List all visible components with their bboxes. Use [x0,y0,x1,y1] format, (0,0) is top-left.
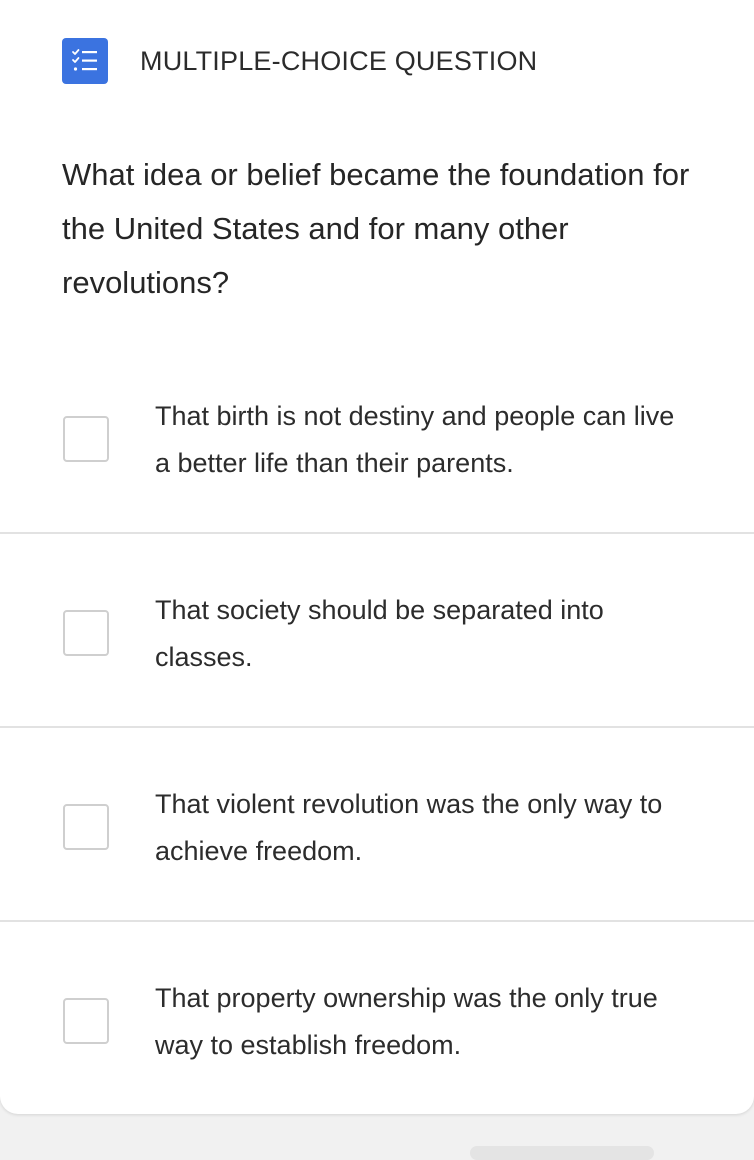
answer-option-4[interactable]: That property ownership was the only tru… [0,922,754,1114]
answer-option-1[interactable]: That birth is not destiny and people can… [0,340,754,534]
checklist-icon [62,38,108,84]
next-card-edge [470,1146,654,1160]
option-checkbox[interactable] [63,998,109,1044]
option-label: That birth is not destiny and people can… [155,401,675,478]
option-checkbox[interactable] [63,804,109,850]
question-header: MULTIPLE-CHOICE QUESTION [62,38,537,84]
answer-option-3[interactable]: That violent revolution was the only way… [0,728,754,922]
question-text: What idea or belief became the foundatio… [62,157,690,300]
option-label: That property ownership was the only tru… [155,983,658,1060]
option-label: That society should be separated into cl… [155,595,604,672]
question-card: MULTIPLE-CHOICE QUESTION What idea or be… [0,0,754,1114]
option-label: That violent revolution was the only way… [155,789,663,866]
option-checkbox[interactable] [63,610,109,656]
answer-option-2[interactable]: That society should be separated into cl… [0,534,754,728]
question-type-label: MULTIPLE-CHOICE QUESTION [140,45,538,76]
option-checkbox[interactable] [63,416,109,462]
